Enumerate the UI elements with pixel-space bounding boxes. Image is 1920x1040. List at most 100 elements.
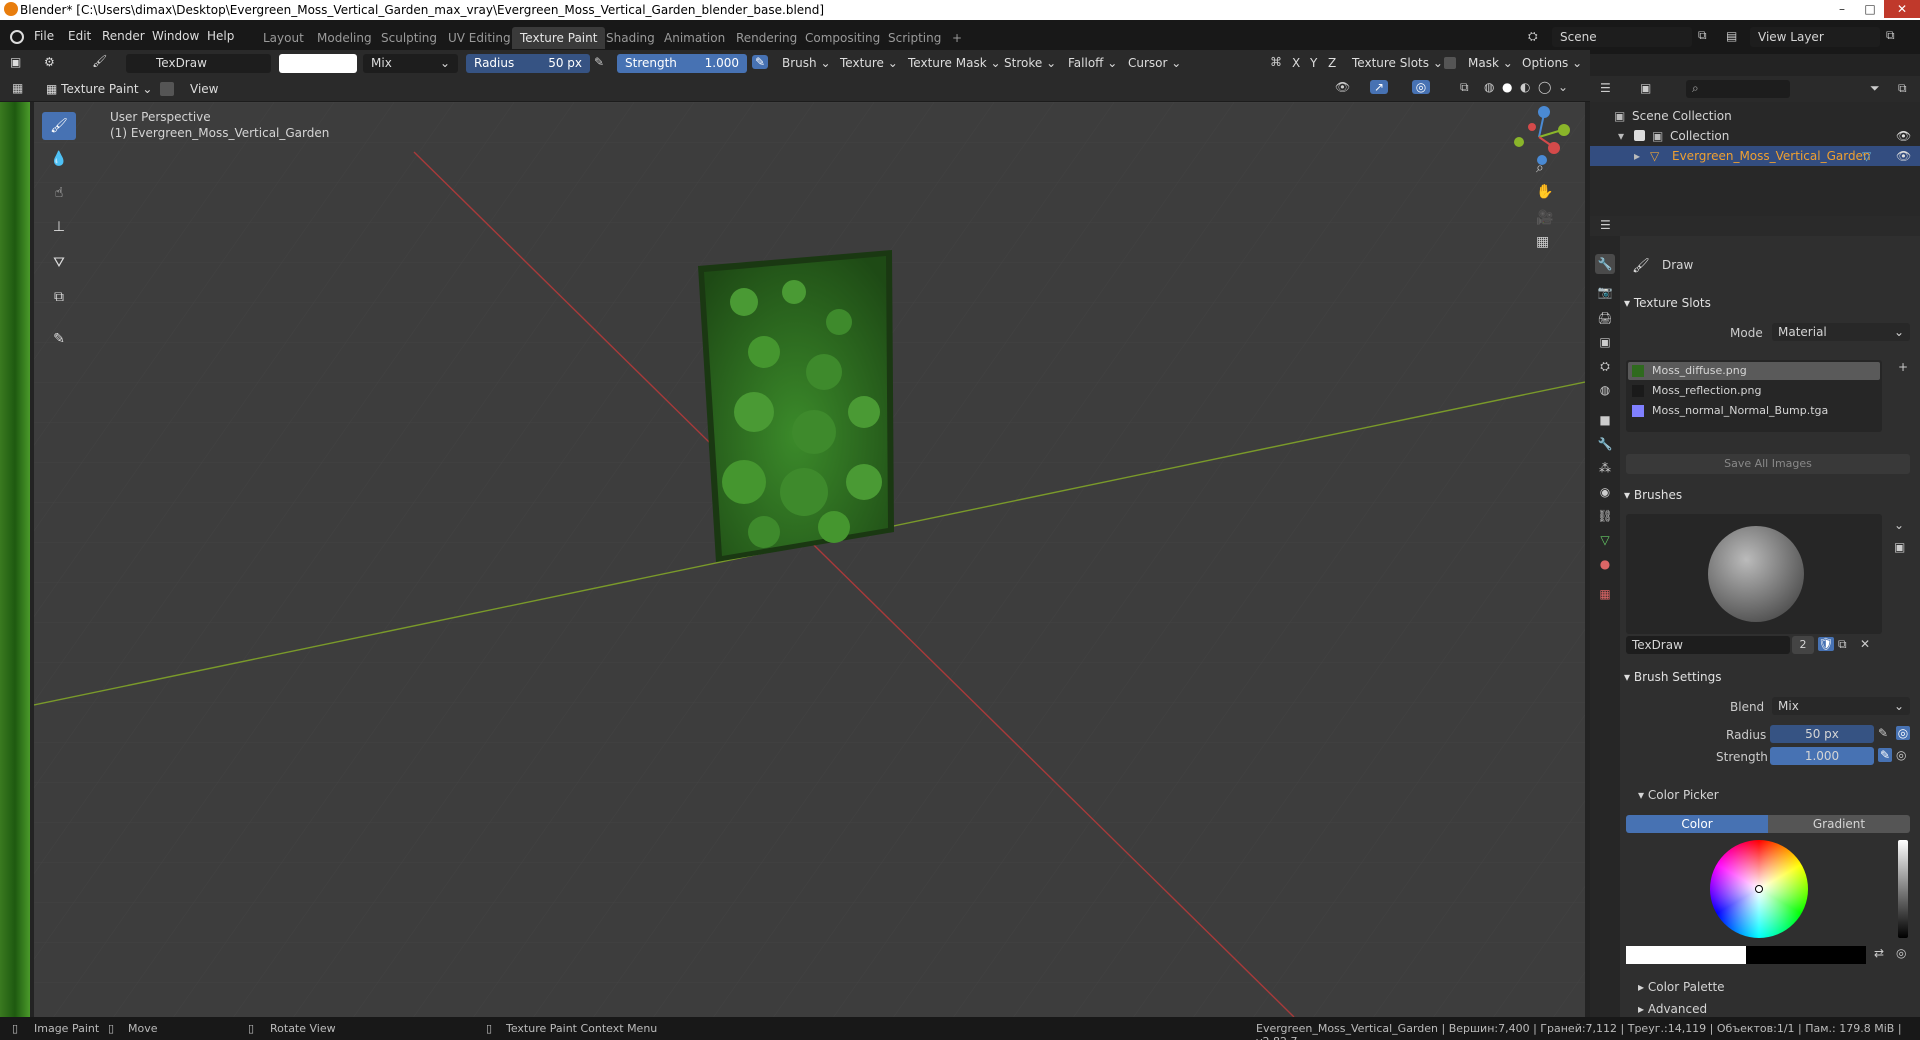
brush-strength-unified-icon[interactable]: ◎: [1896, 748, 1906, 762]
world-tab-icon[interactable]: ◍: [1595, 380, 1615, 400]
color-wheel[interactable]: [1710, 840, 1808, 938]
visibility-icon[interactable]: 👁: [1335, 80, 1350, 94]
radius-pressure-icon[interactable]: ✎: [594, 55, 604, 69]
mirror-y-toggle[interactable]: Y: [1310, 54, 1317, 73]
advanced-subpanel[interactable]: ▸ Advanced: [1638, 1002, 1707, 1016]
uv-grid-icon[interactable]: ▦: [12, 81, 23, 95]
slot-item-reflection[interactable]: Moss_reflection.png: [1628, 382, 1880, 400]
display-mode-icon[interactable]: ▣: [1640, 81, 1651, 95]
shading-options-icon[interactable]: ⌄: [1558, 80, 1568, 94]
slot-item-diffuse[interactable]: Moss_diffuse.png: [1628, 362, 1880, 380]
menu-render[interactable]: Render: [102, 29, 145, 43]
brush-color-swatch[interactable]: [279, 54, 357, 73]
material-tab-icon[interactable]: ●: [1595, 554, 1615, 574]
color-palette-subpanel[interactable]: ▸ Color Palette: [1638, 980, 1725, 994]
object-tab-icon[interactable]: ■: [1595, 410, 1615, 430]
texture-dropdown[interactable]: Texture ⌄: [840, 54, 898, 73]
collection-checkbox[interactable]: [1634, 130, 1645, 141]
physics-tab-icon[interactable]: ◉: [1595, 482, 1615, 502]
blender-menu-icon[interactable]: [10, 30, 24, 44]
object-row[interactable]: ▸ ▽ Evergreen_Moss_Vertical_Garden ▽ 👁: [1590, 146, 1920, 166]
radius-slider[interactable]: Radius 50 px: [466, 54, 590, 73]
tab-scripting[interactable]: Scripting: [880, 27, 949, 49]
collection-row[interactable]: ▾ ▣ Collection 👁: [1590, 126, 1920, 146]
duplicate-brush-icon[interactable]: ⧉: [1838, 637, 1847, 652]
color-tab[interactable]: Color: [1626, 815, 1768, 833]
color-unified-icon[interactable]: ◎: [1896, 946, 1906, 960]
render-tab-icon[interactable]: 📷: [1595, 282, 1615, 302]
expand-object-icon[interactable]: ▸: [1634, 146, 1640, 166]
texture-slots-dropdown[interactable]: Texture Slots ⌄: [1352, 54, 1443, 73]
clone-tool-icon[interactable]: ⊥: [48, 216, 70, 238]
brush-preview-box[interactable]: [1626, 514, 1882, 634]
blend-dropdown[interactable]: Mix ⌄: [363, 54, 458, 73]
view-menu[interactable]: View: [190, 80, 218, 99]
zoom-icon[interactable]: ⌕: [1536, 160, 1544, 176]
brush-dropdown[interactable]: Brush ⌄: [782, 54, 831, 73]
options-dropdown[interactable]: Options ⌄: [1522, 54, 1582, 73]
ortho-toggle-icon[interactable]: ▦: [1536, 234, 1549, 250]
color-swatches[interactable]: [1626, 946, 1866, 964]
brush-name-field[interactable]: TexDraw: [126, 54, 271, 73]
mode-dropdown[interactable]: ▦ Texture Paint ⌄: [46, 80, 152, 99]
tool-settings-icon[interactable]: ⚙: [44, 55, 55, 69]
strength-slider[interactable]: Strength 1.000: [617, 54, 747, 73]
solid-shading-icon[interactable]: ●: [1502, 80, 1512, 94]
gradient-tab[interactable]: Gradient: [1768, 815, 1910, 833]
tool-tab-icon[interactable]: 🔧: [1595, 254, 1615, 274]
viewlayer-selector[interactable]: View Layer: [1750, 27, 1880, 47]
menu-help[interactable]: Help: [207, 29, 234, 43]
menu-window[interactable]: Window: [152, 29, 199, 43]
gizmo-toggle-icon[interactable]: ↗: [1370, 80, 1388, 94]
mirror-x-toggle[interactable]: X: [1292, 54, 1300, 73]
camera-view-icon[interactable]: 🎥: [1536, 210, 1553, 226]
texture-slots-panel-header[interactable]: ▾ Texture Slots: [1624, 296, 1711, 310]
color-picker-subpanel[interactable]: ▾ Color Picker: [1638, 788, 1719, 802]
particles-tab-icon[interactable]: ⁂: [1595, 458, 1615, 478]
3d-viewport[interactable]: User Perspective (1) Evergreen_Moss_Vert…: [34, 102, 1585, 1017]
tab-modeling[interactable]: Modeling: [309, 27, 380, 49]
xray-toggle-icon[interactable]: ⧉: [1460, 80, 1469, 95]
brush-radius-unified-icon[interactable]: ◎: [1896, 726, 1910, 740]
new-collection-icon[interactable]: ⧉: [1898, 81, 1907, 96]
texture-tab-icon[interactable]: ▦: [1595, 584, 1615, 604]
brushes-panel-header[interactable]: ▾ Brushes: [1624, 488, 1682, 502]
new-scene-icon[interactable]: ⧉: [1698, 28, 1707, 43]
overlay-toggle-icon[interactable]: ◎: [1412, 80, 1430, 94]
brush-name-datablock[interactable]: TexDraw: [1626, 636, 1790, 654]
annotate-tool-icon[interactable]: ✎: [48, 328, 70, 350]
view-layer-tab-icon[interactable]: ▣: [1595, 332, 1615, 352]
mask-tool-icon[interactable]: ⧉: [48, 286, 70, 308]
fill-tool-icon[interactable]: ⛛: [48, 252, 70, 274]
properties-editor-icon[interactable]: ☰: [1600, 218, 1611, 232]
color-wheel-cursor[interactable]: [1755, 885, 1763, 893]
tab-layout[interactable]: Layout: [255, 27, 312, 49]
tab-shading[interactable]: Shading: [598, 27, 663, 49]
menu-edit[interactable]: Edit: [68, 29, 91, 43]
add-workspace-button[interactable]: +: [944, 27, 970, 49]
maximize-button[interactable]: □: [1856, 0, 1884, 18]
editor-type-icon[interactable]: ▣: [10, 55, 21, 69]
mask-checkbox[interactable]: [1444, 57, 1456, 69]
brush-blend-dropdown[interactable]: Mix ⌄: [1772, 697, 1910, 715]
save-all-images-button[interactable]: Save All Images: [1626, 454, 1910, 474]
object-visibility-icon[interactable]: 👁: [1896, 146, 1911, 166]
minimize-button[interactable]: –: [1828, 0, 1856, 18]
symmetry-icon[interactable]: ⌘: [1270, 55, 1282, 69]
brush-strength-slider[interactable]: 1.000: [1770, 747, 1874, 765]
pan-icon[interactable]: ✋: [1536, 184, 1553, 200]
brush-settings-panel-header[interactable]: ▾ Brush Settings: [1624, 670, 1722, 684]
wireframe-shading-icon[interactable]: ◍: [1484, 80, 1494, 94]
slot-mode-dropdown[interactable]: Material ⌄: [1772, 323, 1910, 341]
brush-strength-pressure-icon[interactable]: ✎: [1878, 748, 1892, 762]
brush-radius-pressure-icon[interactable]: ✎: [1878, 726, 1888, 740]
data-tab-icon[interactable]: ▽: [1595, 530, 1615, 550]
modifier-tab-icon[interactable]: 🔧: [1595, 434, 1615, 454]
expand-collection-icon[interactable]: ▾: [1618, 126, 1624, 146]
slot-item-normal[interactable]: Moss_normal_Normal_Bump.tga: [1628, 402, 1880, 420]
brush-radius-slider[interactable]: 50 px: [1770, 725, 1874, 743]
scene-selector[interactable]: Scene: [1552, 27, 1692, 47]
tab-texture-paint[interactable]: Texture Paint: [512, 27, 606, 49]
texture-mask-dropdown[interactable]: Texture Mask ⌄: [908, 54, 1001, 73]
tab-sculpting[interactable]: Sculpting: [373, 27, 445, 49]
